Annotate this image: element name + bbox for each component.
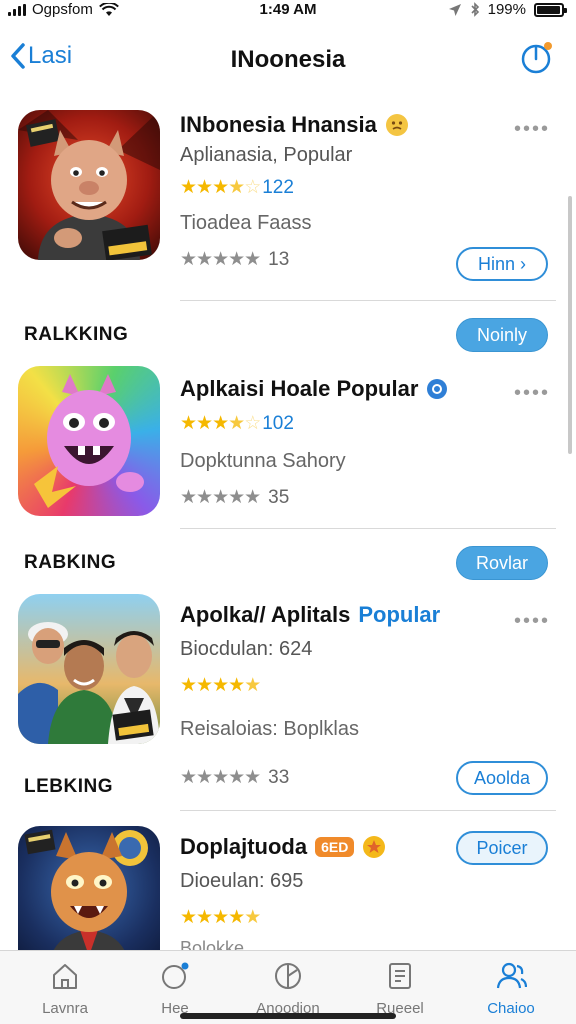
ranking-action-button[interactable]: Rovlar [456,546,548,580]
divider [180,528,556,529]
house-icon [53,964,77,989]
app-title: INbonesia Hnansia [180,112,409,138]
battery-fill [537,5,560,14]
secondary-count: 13 [268,249,290,270]
app-description: Reisaloias: Boplklas [180,718,359,740]
more-button[interactable]: •••• [514,610,550,633]
document-icon [389,963,411,989]
scrollbar[interactable] [568,196,572,454]
app-subtitle: Biocdulan: 624 [180,638,313,660]
rating-stars: ★★★★☆ 102 [180,412,294,435]
app-title: Aplkaisi Hoale Popular [180,376,448,402]
app-title-text: Doplajtuoda [180,834,308,859]
app-subtitle: Aplianasia, Popular [180,144,353,166]
home-indicator [180,1013,396,1019]
app-title-text: INbonesia Hnansia [180,112,377,137]
cartoon-wolf-character-icon [24,829,148,950]
star-rating-icon: ★★★★★ [180,675,261,696]
tab-explore[interactable]: Hee [120,961,230,1017]
get-button[interactable]: Hinn › [456,247,548,281]
secondary-rating: ★★★★★ 13 [180,248,289,271]
version-badge: 6ED [315,837,355,857]
page-title: INoonesia [230,46,346,73]
tab-updates[interactable]: Rueeel [345,961,455,1017]
secondary-rating: ★★★★★ 35 [180,486,289,509]
emoji-face-icon [385,114,408,136]
tab-home[interactable]: Lavnra [10,961,120,1017]
ranking-label: LEBKING [24,776,113,797]
app-title: Doplajtuoda 6ED [180,834,386,860]
app-title: Apolka// Aplitals Popular [180,602,440,628]
star-rating-icon: ★★★★★ [180,907,261,928]
back-label: Lasi [28,42,73,69]
app-description: Tioadea Faass [180,212,312,234]
ranking-action-button[interactable]: Aoolda [456,761,548,795]
grey-stars-icon: ★★★★★ [180,249,261,270]
tab-apps[interactable]: Anoodion [233,961,343,1017]
star-rating-icon: ★★★★☆ [180,177,261,198]
rating-stars: ★★★★☆ 122 [180,176,294,199]
timer-icon[interactable] [520,40,554,74]
secondary-rating: ★★★★★ 33 [180,766,289,789]
ranking-label: RABKING [24,552,117,573]
update-button[interactable]: Poicer [456,831,548,865]
grey-stars-icon: ★★★★★ [180,487,261,508]
compass-icon [162,962,189,989]
app-icon [18,826,160,950]
grey-stars-icon: ★★★★★ [180,767,261,788]
app-icon [18,110,160,260]
status-bar: Ogpsfom 1:49 AM 199% [0,0,576,20]
app-description: Dopktunna Sahory [180,450,346,472]
star-rating-icon: ★★★★☆ [180,413,261,434]
gold-medal-icon [363,836,386,858]
tab-label: Chaioo [487,1000,535,1017]
app-icon [18,366,160,516]
people-icon [496,962,528,989]
cartoon-monster-character-icon [34,374,144,508]
status-right: 199% [448,1,567,18]
more-button[interactable]: •••• [514,118,550,141]
divider [180,810,556,811]
more-button[interactable]: •••• [514,382,550,405]
rating-stars: ★★★★★ [180,906,261,929]
verified-badge-icon [427,379,448,399]
app-title-text: Apolka// Aplitals [180,602,351,627]
rating-stars: ★★★★★ [180,674,261,697]
app-list: INbonesia Hnansia •••• Aplianasia, Popul… [0,100,576,950]
globe-icon [275,963,301,989]
location-arrow-icon [448,3,461,16]
cartoon-pig-character-icon [18,110,160,260]
people-group-photo-icon [18,622,160,744]
battery-icon [534,2,567,17]
app-title-text: Aplkaisi Hoale Popular [180,376,419,401]
secondary-count: 35 [268,487,290,508]
tab-label: Lavnra [42,1000,88,1017]
bluetooth-icon [471,2,479,17]
secondary-count: 33 [268,767,290,788]
divider [180,300,556,301]
app-title-highlight: Popular [358,602,441,627]
app-description-partial: Bolokke [180,938,245,950]
battery-percent: 199% [487,1,526,18]
app-subtitle: Dioeulan: 695 [180,870,304,892]
rating-count: 102 [262,413,294,434]
navigation-bar: Lasi INoonesia [0,36,576,84]
ranking-label: RALKKING [24,324,129,345]
chevron-left-icon [11,43,25,69]
ranking-action-button[interactable]: Noinly [456,318,548,352]
back-button[interactable]: Lasi [10,42,72,70]
tab-people[interactable]: Chaioo [456,961,566,1017]
app-icon [18,594,160,744]
rating-count: 122 [262,177,294,198]
